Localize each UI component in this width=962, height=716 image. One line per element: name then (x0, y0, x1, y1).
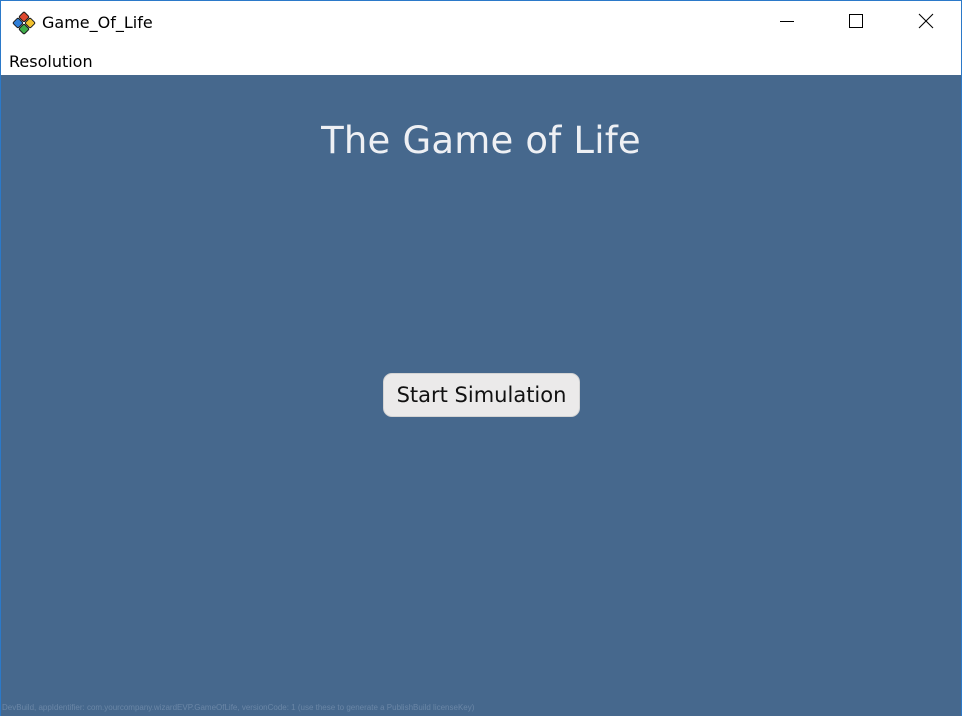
maximize-button[interactable] (821, 1, 891, 46)
window-title: Game_Of_Life (42, 13, 153, 32)
close-button[interactable] (891, 1, 961, 46)
maximize-icon (848, 13, 864, 34)
page-title: The Game of Life (321, 119, 641, 162)
app-icon (12, 11, 36, 35)
build-info-text: DevBuild, appIdentifier: com.yourcompany… (2, 703, 475, 712)
minimize-button[interactable] (752, 1, 822, 46)
minimize-icon (779, 13, 795, 34)
menu-bar: Resolution (1, 46, 961, 75)
game-canvas: The Game of Life Start Simulation DevBui… (1, 75, 961, 716)
close-icon (918, 13, 934, 34)
menu-item-resolution[interactable]: Resolution (9, 52, 93, 71)
app-window: Game_Of_Life Resolution The Game of Life… (0, 0, 962, 716)
title-bar[interactable]: Game_Of_Life (1, 1, 961, 46)
start-simulation-button[interactable]: Start Simulation (383, 373, 580, 417)
